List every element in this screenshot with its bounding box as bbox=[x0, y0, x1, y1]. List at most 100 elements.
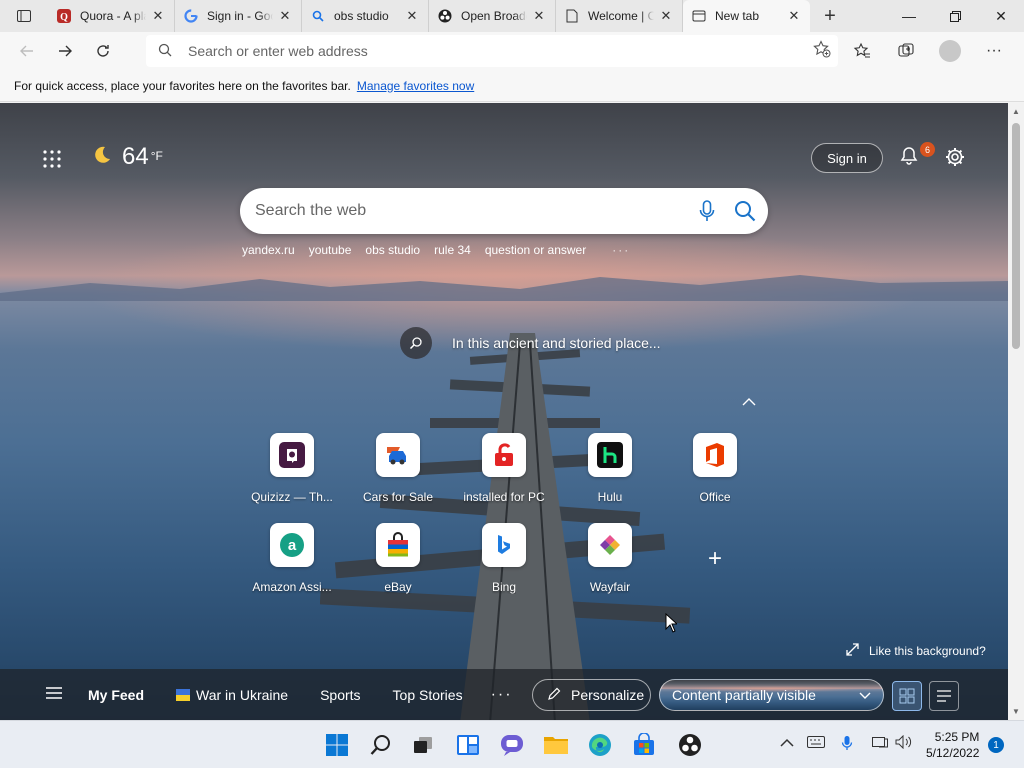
taskbar-search-icon[interactable] bbox=[368, 732, 394, 758]
more-options-icon[interactable]: ··· bbox=[976, 35, 1012, 67]
hamburger-menu-icon[interactable] bbox=[45, 686, 63, 705]
widgets-icon[interactable] bbox=[455, 732, 481, 758]
background-mountains bbox=[0, 275, 1008, 301]
add-site-icon[interactable]: + bbox=[704, 545, 726, 572]
grid-view-button[interactable] bbox=[892, 681, 922, 711]
add-favorite-icon[interactable] bbox=[806, 39, 838, 63]
image-caption[interactable]: In this ancient and storied place... bbox=[400, 327, 661, 359]
web-search-input[interactable] bbox=[255, 202, 692, 220]
window-controls: — ✕ bbox=[886, 0, 1024, 32]
obs-studio-taskbar-icon[interactable] bbox=[677, 732, 703, 758]
microsoft-store-icon[interactable] bbox=[631, 732, 657, 758]
manage-favorites-link[interactable]: Manage favorites now bbox=[357, 79, 474, 93]
forward-button[interactable] bbox=[46, 32, 84, 70]
app-launcher-icon[interactable] bbox=[42, 149, 62, 169]
ebay-icon bbox=[376, 523, 420, 567]
feed-tab-ukraine[interactable]: War in Ukraine bbox=[176, 687, 288, 703]
address-input[interactable] bbox=[188, 43, 806, 59]
close-icon[interactable]: ✕ bbox=[531, 8, 547, 24]
favorites-icon[interactable] bbox=[844, 35, 880, 67]
keyboard-icon[interactable] bbox=[807, 735, 825, 751]
tab-welcome-obs[interactable]: Welcome | OBS ✕ bbox=[556, 0, 683, 32]
quick-search-link[interactable]: obs studio bbox=[365, 243, 420, 257]
teams-chat-icon[interactable] bbox=[499, 732, 525, 758]
favorites-bar: For quick access, place your favorites h… bbox=[0, 70, 1024, 102]
more-feed-tabs-icon[interactable]: ··· bbox=[491, 686, 513, 704]
page-scrollbar[interactable]: ▲ ▼ bbox=[1008, 103, 1024, 720]
quick-link-tile[interactable]: Quizizz — Th... bbox=[247, 433, 337, 504]
quick-link-tile[interactable]: Bing bbox=[459, 523, 549, 594]
more-searches-icon[interactable]: ··· bbox=[612, 243, 630, 257]
quick-link-tile[interactable]: Wayfair bbox=[565, 523, 655, 594]
scroll-down-icon[interactable]: ▼ bbox=[1012, 707, 1020, 716]
network-icon[interactable] bbox=[872, 735, 888, 752]
tab-google-signin[interactable]: Sign in - Google Accounts ✕ bbox=[175, 0, 302, 32]
weather-widget[interactable]: 64 °F bbox=[92, 143, 163, 171]
mouse-cursor-icon bbox=[665, 613, 677, 633]
web-search-box[interactable] bbox=[240, 188, 768, 234]
close-icon[interactable]: ✕ bbox=[150, 8, 166, 24]
refresh-button[interactable] bbox=[84, 32, 122, 70]
tab-obs-software[interactable]: Open Broadcaster Software ✕ bbox=[429, 0, 556, 32]
tab-strip: Q Quora - A place to share ✕ Sign in - G… bbox=[0, 0, 1024, 32]
chevron-up-icon[interactable] bbox=[742, 393, 756, 409]
tab-obs-studio-search[interactable]: obs studio ✕ bbox=[302, 0, 429, 32]
quick-link-tile[interactable]: Hulu bbox=[565, 433, 655, 504]
system-clock[interactable]: 5:25 PM 5/12/2022 bbox=[926, 729, 979, 761]
personalize-button[interactable]: Personalize bbox=[532, 679, 651, 711]
close-window-icon[interactable]: ✕ bbox=[978, 0, 1024, 32]
search-icon[interactable] bbox=[722, 200, 768, 222]
task-view-icon[interactable] bbox=[410, 732, 436, 758]
sign-in-button[interactable]: Sign in bbox=[811, 143, 883, 173]
minimize-icon[interactable]: — bbox=[886, 0, 932, 32]
back-button[interactable] bbox=[8, 32, 46, 70]
gear-icon[interactable] bbox=[944, 146, 966, 168]
microphone-icon[interactable] bbox=[692, 200, 722, 222]
browser-toolbar: ··· bbox=[0, 32, 1024, 70]
quick-search-link[interactable]: rule 34 bbox=[434, 243, 471, 257]
address-bar[interactable] bbox=[146, 35, 838, 67]
quick-search-link[interactable]: yandex.ru bbox=[242, 243, 295, 257]
restore-icon[interactable] bbox=[932, 0, 978, 32]
edge-browser-icon[interactable] bbox=[587, 732, 613, 758]
tab-title: Quora - A place to share bbox=[80, 9, 146, 23]
volume-icon[interactable] bbox=[895, 734, 913, 752]
like-background-link[interactable]: Like this background? bbox=[846, 643, 986, 659]
microphone-tray-icon[interactable] bbox=[841, 735, 853, 754]
scrollbar-thumb[interactable] bbox=[1012, 123, 1020, 349]
quick-link-tile[interactable]: eBay bbox=[353, 523, 443, 594]
quick-link-tile[interactable]: Cars for Sale bbox=[353, 433, 443, 504]
feed-tab-sports[interactable]: Sports bbox=[320, 687, 360, 703]
profile-avatar[interactable] bbox=[939, 40, 961, 62]
close-icon[interactable]: ✕ bbox=[404, 8, 420, 24]
notification-center-badge[interactable]: 1 bbox=[988, 737, 1004, 753]
scroll-up-icon[interactable]: ▲ bbox=[1012, 107, 1020, 116]
newtab-icon bbox=[691, 8, 707, 24]
tile-label: Hulu bbox=[597, 490, 623, 504]
feed-tab-ukraine-label: War in Ukraine bbox=[196, 687, 289, 703]
feed-tab-my-feed[interactable]: My Feed bbox=[88, 687, 144, 703]
quick-search-link[interactable]: youtube bbox=[309, 243, 352, 257]
file-explorer-icon[interactable] bbox=[543, 732, 569, 758]
tab-quora[interactable]: Q Quora - A place to share ✕ bbox=[48, 0, 175, 32]
close-icon[interactable]: ✕ bbox=[786, 8, 802, 24]
new-tab-button[interactable]: + bbox=[814, 0, 846, 32]
office-icon bbox=[693, 433, 737, 477]
new-tab-page: 64 °F Sign in 6 yandex.ru youtube obs st… bbox=[0, 103, 1008, 720]
feed-tab-top-stories[interactable]: Top Stories bbox=[393, 687, 463, 703]
search-icon bbox=[310, 8, 326, 24]
tab-new-tab[interactable]: New tab ✕ bbox=[683, 0, 810, 32]
show-hidden-icons-icon[interactable] bbox=[780, 735, 794, 751]
list-view-button[interactable] bbox=[929, 681, 959, 711]
quick-link-tile[interactable]: installed for PC bbox=[459, 433, 549, 504]
quick-link-tile[interactable]: a Amazon Assi... bbox=[247, 523, 337, 594]
tab-title: New tab bbox=[715, 9, 760, 23]
close-icon[interactable]: ✕ bbox=[277, 8, 293, 24]
windows-start-icon[interactable] bbox=[324, 732, 350, 758]
collections-icon[interactable] bbox=[888, 35, 924, 67]
quick-search-link[interactable]: question or answer bbox=[485, 243, 586, 257]
content-visibility-dropdown[interactable]: Content partially visible bbox=[659, 679, 884, 711]
close-icon[interactable]: ✕ bbox=[658, 8, 674, 24]
tab-actions-icon[interactable] bbox=[0, 0, 48, 32]
quick-link-tile[interactable]: Office bbox=[670, 433, 760, 504]
